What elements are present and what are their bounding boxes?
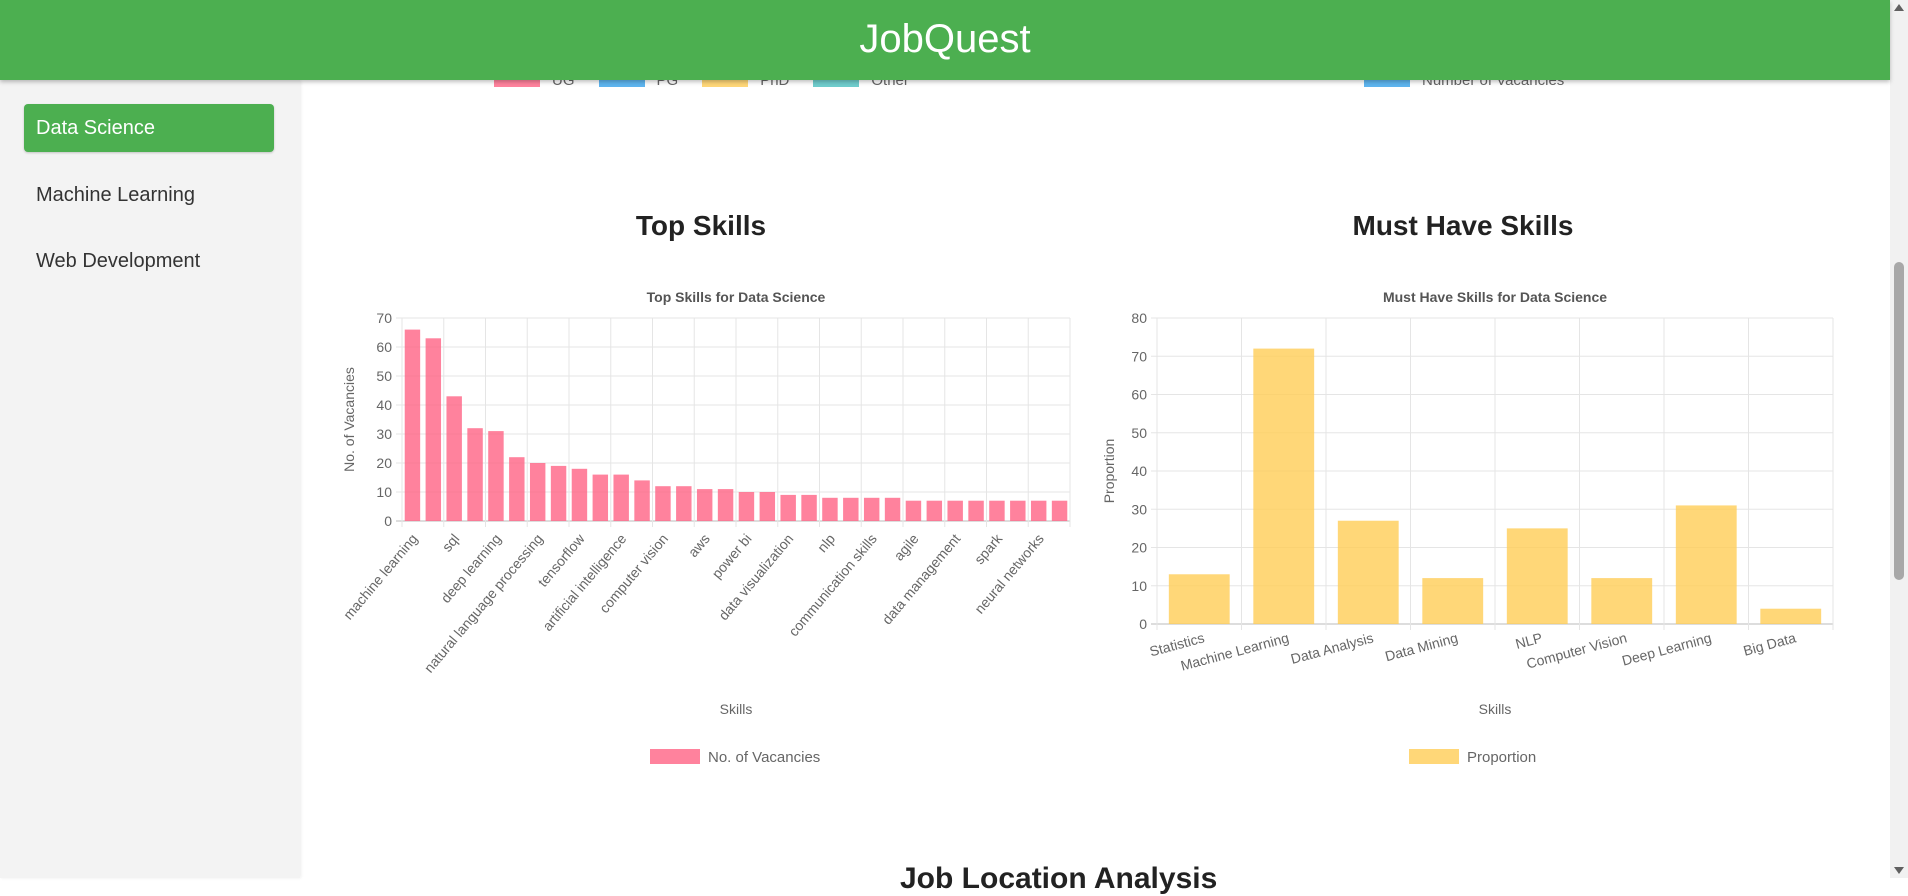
y-axis-label: No. of Vacancies bbox=[341, 367, 357, 472]
chart-title: Must Have Skills for Data Science bbox=[1383, 289, 1607, 305]
chart-bar[interactable] bbox=[843, 497, 859, 521]
job-location-heading: Job Location Analysis bbox=[900, 862, 1218, 895]
legend-swatch[interactable] bbox=[1409, 749, 1459, 764]
chart-bar[interactable] bbox=[1591, 578, 1653, 624]
chart-bar[interactable] bbox=[1675, 505, 1737, 624]
x-tick-label: Data Analysis bbox=[1289, 629, 1375, 666]
x-tick-label: machine learning bbox=[340, 531, 421, 623]
chart-bar[interactable] bbox=[884, 497, 901, 521]
y-tick-label: 0 bbox=[1139, 616, 1147, 632]
chart-bar[interactable] bbox=[1168, 574, 1230, 624]
chart-bar[interactable] bbox=[1506, 528, 1568, 624]
x-tick-label: Big Data bbox=[1742, 629, 1798, 658]
chart-bar[interactable] bbox=[738, 492, 755, 521]
x-tick-label: Data Mining bbox=[1383, 629, 1459, 664]
y-tick-label: 30 bbox=[376, 426, 392, 442]
y-tick-label: 40 bbox=[1131, 463, 1147, 479]
y-axis-label: Proportion bbox=[1101, 439, 1117, 504]
chart-bar[interactable] bbox=[404, 329, 421, 521]
y-tick-label: 20 bbox=[376, 455, 392, 471]
y-tick-label: 40 bbox=[376, 397, 392, 413]
chart-bar[interactable] bbox=[550, 465, 567, 521]
chart-bar[interactable] bbox=[1760, 608, 1822, 624]
y-tick-label: 50 bbox=[1131, 425, 1147, 441]
y-tick-label: 70 bbox=[376, 310, 392, 326]
x-tick-label: spark bbox=[971, 530, 1006, 567]
top-skills-heading: Top Skills bbox=[635, 210, 767, 241]
chart-bar[interactable] bbox=[425, 338, 442, 521]
y-tick-label: 60 bbox=[1131, 387, 1147, 403]
must-have-skills-heading: Must Have Skills bbox=[1352, 210, 1574, 241]
x-tick-label: sql bbox=[439, 531, 463, 555]
chart-bar[interactable] bbox=[717, 489, 734, 521]
x-tick-label: NLP bbox=[1514, 629, 1544, 652]
header-bar: JobQuest bbox=[0, 0, 1890, 80]
x-tick-label: data management bbox=[879, 531, 964, 628]
sidebar-item-label: Machine Learning bbox=[36, 183, 195, 206]
chart-bar[interactable] bbox=[592, 474, 609, 521]
x-axis-label: Skills bbox=[1479, 701, 1512, 717]
y-tick-label: 50 bbox=[376, 368, 392, 384]
chart-bar[interactable] bbox=[467, 428, 483, 521]
chart-bar[interactable] bbox=[822, 497, 838, 521]
chart-bar[interactable] bbox=[863, 497, 880, 521]
sidebar-item-label: Web Development bbox=[36, 249, 201, 272]
y-tick-label: 60 bbox=[376, 339, 392, 355]
scroll-up-arrow-icon[interactable] bbox=[1894, 4, 1904, 11]
x-tick-label: agile bbox=[890, 530, 921, 563]
x-tick-label: nlp bbox=[814, 530, 838, 555]
chart-bar[interactable] bbox=[676, 486, 692, 521]
scroll-thumb[interactable] bbox=[1894, 262, 1904, 580]
chart-bar[interactable] bbox=[446, 396, 462, 521]
chart-bar[interactable] bbox=[529, 463, 546, 521]
chart-bar[interactable] bbox=[634, 480, 650, 521]
chart-bar[interactable] bbox=[780, 494, 796, 521]
legend-label: No. of Vacancies bbox=[708, 749, 820, 766]
chart-bar[interactable] bbox=[1030, 500, 1047, 521]
y-tick-label: 20 bbox=[1131, 540, 1147, 556]
must-have-skills-chart: Must Have Skills for Data Science 0 10 20 30… bbox=[1101, 289, 1834, 766]
y-tick-label: 10 bbox=[376, 484, 392, 500]
legend-swatch[interactable] bbox=[650, 749, 700, 764]
chart-bar[interactable] bbox=[655, 486, 671, 521]
sidebar: Data Science Machine Learning Web Develo… bbox=[0, 80, 300, 878]
chart-bar[interactable] bbox=[989, 500, 1005, 521]
chart-bar[interactable] bbox=[801, 494, 817, 521]
y-tick-label: 80 bbox=[1131, 310, 1147, 326]
chart-title: Top Skills for Data Science bbox=[647, 289, 826, 305]
x-tick-label: data visualization bbox=[715, 531, 796, 624]
sidebar-item-machine-learning[interactable]: Machine Learning bbox=[24, 171, 274, 219]
chart-bar[interactable] bbox=[509, 457, 525, 521]
chart-bar[interactable] bbox=[613, 474, 629, 521]
sidebar-item-label: Data Science bbox=[36, 116, 155, 139]
chart-bar[interactable] bbox=[1337, 520, 1399, 624]
chart-bar[interactable] bbox=[1010, 500, 1026, 521]
y-tick-label: 0 bbox=[384, 513, 392, 529]
scroll-down-arrow-icon[interactable] bbox=[1894, 867, 1904, 874]
legend-label: Proportion bbox=[1467, 749, 1536, 766]
x-axis-label: Skills bbox=[720, 701, 753, 717]
chart-bar[interactable] bbox=[968, 500, 984, 521]
chart-bar[interactable] bbox=[905, 500, 922, 521]
sidebar-item-web-development[interactable]: Web Development bbox=[24, 237, 274, 285]
top-skills-chart: Top Skills for Data Science 0 10 20 30 40 50 60… bbox=[340, 289, 1071, 766]
app-title: JobQuest bbox=[859, 17, 1031, 61]
x-tick-label: aws bbox=[685, 531, 713, 560]
chart-bar[interactable] bbox=[488, 431, 504, 521]
scrollbar[interactable] bbox=[1890, 0, 1908, 878]
y-tick-label: 30 bbox=[1131, 501, 1147, 517]
chart-bar[interactable] bbox=[759, 492, 776, 521]
sidebar-item-data-science[interactable]: Data Science bbox=[24, 104, 274, 152]
y-tick-label: 10 bbox=[1131, 578, 1147, 594]
y-tick-label: 70 bbox=[1131, 348, 1147, 364]
chart-bar[interactable] bbox=[947, 500, 963, 521]
chart-bar[interactable] bbox=[1253, 348, 1315, 624]
chart-bar[interactable] bbox=[1422, 578, 1484, 624]
x-tick-label: Deep Learning bbox=[1620, 629, 1713, 668]
chart-bar[interactable] bbox=[1051, 500, 1068, 521]
chart-bar[interactable] bbox=[926, 500, 943, 521]
chart-bar[interactable] bbox=[696, 489, 713, 521]
chart-bar[interactable] bbox=[571, 468, 588, 521]
